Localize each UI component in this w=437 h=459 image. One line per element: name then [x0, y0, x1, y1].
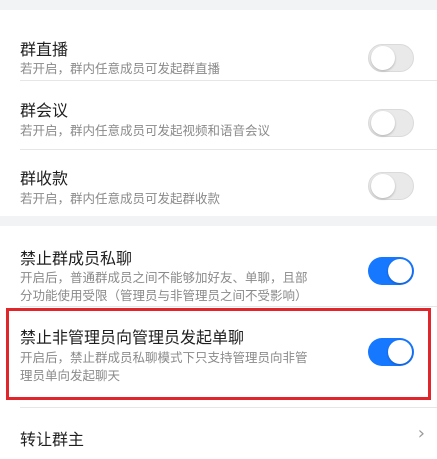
- private-chat-description-line1: 开启后，普通群成员之间不能够加好友、单聊，且部: [20, 270, 308, 285]
- private-chat-title: 禁止群成员私聊: [20, 249, 133, 268]
- payment-toggle[interactable]: [368, 172, 414, 200]
- transfer-owner-row[interactable]: 转让群主 ›: [0, 408, 437, 459]
- group-settings-screen: 群直播 若开启，群内任意成员可发起群直播 群会议 若开启，群内任意成员可发起视频…: [0, 0, 437, 459]
- private-chat-description-line2: 分功能使用受限（管理员与非管理员之间不受影响）: [20, 288, 308, 303]
- toggle-knob: [371, 111, 395, 135]
- private-chat-toggle[interactable]: [368, 257, 414, 285]
- meeting-toggle[interactable]: [368, 109, 414, 137]
- highlight-box: [6, 308, 431, 400]
- live-stream-title: 群直播: [20, 40, 69, 59]
- payment-setting-row: 群收款 若开启，群内任意成员可发起群收款: [0, 150, 437, 216]
- live-stream-description: 若开启，群内任意成员可发起群直播: [20, 61, 221, 76]
- toggle-knob: [371, 46, 395, 70]
- live-stream-toggle[interactable]: [368, 44, 414, 72]
- meeting-setting-row: 群会议 若开启，群内任意成员可发起视频和语音会议: [0, 81, 437, 149]
- private-chat-setting-row: 禁止群成员私聊 开启后，普通群成员之间不能够加好友、单聊，且部 分功能使用受限（…: [0, 226, 437, 306]
- toggle-knob: [388, 259, 412, 283]
- transfer-owner-title: 转让群主: [20, 430, 85, 449]
- live-stream-setting-row: 群直播 若开启，群内任意成员可发起群直播: [0, 10, 437, 78]
- chevron-right-icon: ›: [417, 423, 425, 444]
- toggle-knob: [371, 174, 395, 198]
- meeting-description: 若开启，群内任意成员可发起视频和语音会议: [20, 123, 271, 138]
- payment-description: 若开启，群内任意成员可发起群收款: [20, 191, 221, 206]
- payment-title: 群收款: [20, 169, 69, 188]
- meeting-title: 群会议: [20, 101, 69, 120]
